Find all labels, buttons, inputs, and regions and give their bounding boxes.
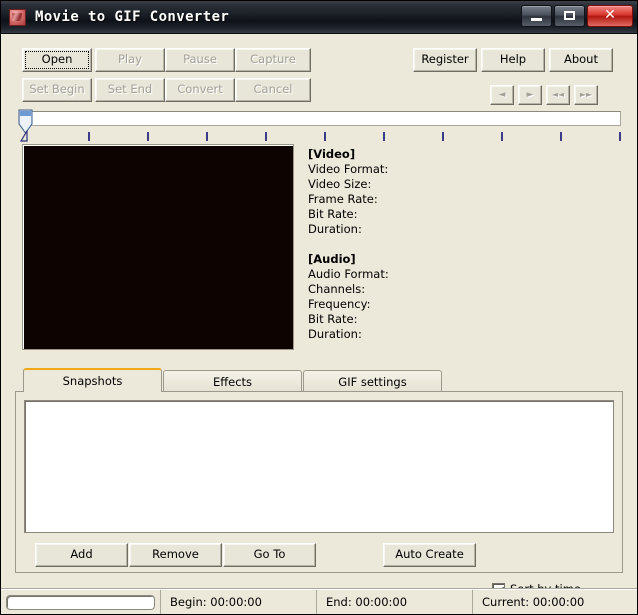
- pause-button[interactable]: Pause: [165, 48, 235, 72]
- timeline-tick: [88, 132, 90, 141]
- tab-snapshots[interactable]: Snapshots: [23, 368, 162, 392]
- play-button[interactable]: Play: [95, 48, 165, 72]
- fast-forward-button[interactable]: ►►: [574, 85, 598, 105]
- timeline-tick: [265, 132, 267, 141]
- info-frequency: Frequency:: [308, 297, 558, 312]
- timeline-tick: [206, 132, 208, 141]
- video-preview[interactable]: [22, 144, 294, 350]
- video-section-heading: [Video]: [308, 147, 558, 162]
- tab-strip: Snapshots Effects GIF settings: [15, 368, 623, 392]
- step-forward-button[interactable]: ►: [518, 85, 542, 105]
- minimize-icon[interactable]: [521, 5, 552, 27]
- timeline-tick: [501, 132, 503, 141]
- status-bar: Begin: 00:00:00 End: 00:00:00 Current: 0…: [1, 589, 637, 614]
- status-current: Current: 00:00:00: [473, 590, 637, 615]
- snapshots-list[interactable]: [24, 400, 614, 533]
- open-button[interactable]: Open: [22, 48, 92, 72]
- convert-button[interactable]: Convert: [165, 78, 235, 102]
- close-glyph: ✕: [588, 6, 632, 26]
- timeline-tick: [619, 132, 621, 141]
- info-video-bit-rate: Bit Rate:: [308, 207, 558, 222]
- close-icon[interactable]: ✕: [587, 5, 633, 27]
- go-to-button[interactable]: Go To: [223, 543, 316, 567]
- timeline-tick: [147, 132, 149, 141]
- info-audio-duration: Duration:: [308, 327, 558, 342]
- info-audio-bit-rate: Bit Rate:: [308, 312, 558, 327]
- info-spacer: [308, 237, 558, 252]
- timeline-tick: [560, 132, 562, 141]
- audio-section-heading: [Audio]: [308, 252, 558, 267]
- cancel-button[interactable]: Cancel: [235, 78, 311, 102]
- help-button[interactable]: Help: [481, 48, 545, 72]
- window-controls: ✕: [521, 5, 633, 27]
- window-title: Movie to GIF Converter: [35, 9, 229, 25]
- media-info-panel: [Video] Video Format: Video Size: Frame …: [308, 147, 558, 342]
- client-area: Open Play Pause Capture Set Begin Set En…: [1, 34, 637, 614]
- timeline-tick: [442, 132, 444, 141]
- info-channels: Channels:: [308, 282, 558, 297]
- set-end-button[interactable]: Set End: [95, 78, 165, 102]
- film-reel-icon: [9, 9, 26, 26]
- about-button[interactable]: About: [549, 48, 613, 72]
- tab-effects[interactable]: Effects: [163, 370, 302, 392]
- title-bar[interactable]: Movie to GIF Converter ✕: [1, 1, 637, 34]
- timeline-slider[interactable]: [15, 109, 621, 145]
- timeline-ticks: [29, 129, 621, 143]
- timeline-tick: [324, 132, 326, 141]
- status-begin: Begin: 00:00:00: [161, 590, 317, 615]
- progress-cell: [1, 590, 161, 615]
- register-button[interactable]: Register: [413, 48, 477, 72]
- title-bar-left: Movie to GIF Converter: [1, 1, 229, 33]
- step-back-button[interactable]: ◄: [490, 85, 514, 105]
- timeline-tick: [383, 132, 385, 141]
- info-video-duration: Duration:: [308, 222, 558, 237]
- tab-gif-settings[interactable]: GIF settings: [303, 370, 442, 392]
- capture-button[interactable]: Capture: [235, 48, 311, 72]
- add-button[interactable]: Add: [35, 543, 128, 567]
- status-end: End: 00:00:00: [317, 590, 473, 615]
- remove-button[interactable]: Remove: [129, 543, 222, 567]
- auto-create-button[interactable]: Auto Create: [383, 543, 476, 567]
- info-video-format: Video Format:: [308, 162, 558, 177]
- rewind-button[interactable]: ◄◄: [546, 85, 570, 105]
- info-frame-rate: Frame Rate:: [308, 192, 558, 207]
- maximize-icon[interactable]: [554, 5, 585, 27]
- set-begin-button[interactable]: Set Begin: [22, 78, 92, 102]
- info-audio-format: Audio Format:: [308, 267, 558, 282]
- application-window: Movie to GIF Converter ✕ Open Play Pause…: [0, 0, 638, 615]
- conversion-progress-bar: [6, 595, 155, 610]
- timeline-track[interactable]: [29, 111, 621, 126]
- info-video-size: Video Size:: [308, 177, 558, 192]
